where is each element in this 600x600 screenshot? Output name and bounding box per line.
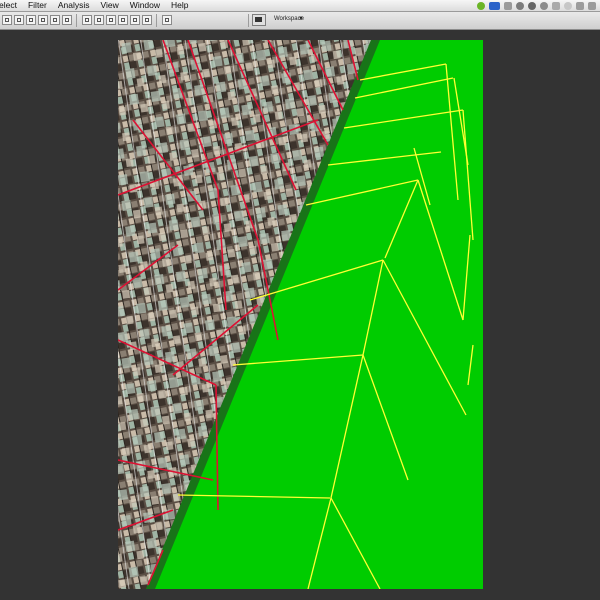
- canvas-artwork: [118, 40, 474, 589]
- menu-window[interactable]: Window: [125, 0, 166, 11]
- document-canvas[interactable]: [118, 40, 483, 589]
- align-vertical-center-icon[interactable]: [14, 15, 24, 25]
- align-right-icon[interactable]: [62, 15, 72, 25]
- menu-help[interactable]: Help: [166, 0, 194, 11]
- align-left-icon[interactable]: [38, 15, 48, 25]
- auto-align-layers-icon[interactable]: [162, 15, 172, 25]
- status-icons: [477, 0, 600, 11]
- bluetooth-icon[interactable]: [576, 1, 584, 10]
- menu-select[interactable]: elect: [0, 0, 23, 11]
- options-bar: Workspace ▼: [0, 12, 600, 30]
- align-bottom-icon[interactable]: [26, 15, 36, 25]
- adobe-icon[interactable]: [489, 1, 500, 10]
- time-machine-icon[interactable]: [516, 1, 524, 10]
- wifi-icon[interactable]: [588, 1, 596, 10]
- distribute-bottom-icon[interactable]: [106, 15, 116, 25]
- menu-analysis[interactable]: Analysis: [53, 0, 96, 11]
- bridge-icon[interactable]: [252, 14, 266, 26]
- divider: [248, 14, 249, 27]
- distribute-top-icon[interactable]: [82, 15, 92, 25]
- distribute-left-icon[interactable]: [118, 15, 128, 25]
- align-horizontal-center-icon[interactable]: [50, 15, 60, 25]
- divider: [156, 14, 157, 27]
- cloud-icon[interactable]: [564, 1, 572, 10]
- align-top-icon[interactable]: [2, 15, 12, 25]
- clock-icon[interactable]: [540, 1, 548, 10]
- refresh-icon[interactable]: [528, 1, 536, 10]
- sync-icon[interactable]: [477, 1, 485, 10]
- chevron-down-icon[interactable]: ▼: [298, 16, 304, 22]
- menu-view[interactable]: View: [96, 0, 125, 11]
- box-icon[interactable]: [552, 1, 560, 10]
- menu-bar: elect Filter Analysis View Window Help: [0, 0, 600, 12]
- menu-filter[interactable]: Filter: [23, 0, 53, 11]
- distribute-vertical-center-icon[interactable]: [94, 15, 104, 25]
- building-photo-detail: [118, 40, 371, 589]
- distribute-horizontal-center-icon[interactable]: [130, 15, 140, 25]
- divider: [76, 14, 77, 27]
- clipboard-icon[interactable]: [504, 1, 512, 10]
- distribute-right-icon[interactable]: [142, 15, 152, 25]
